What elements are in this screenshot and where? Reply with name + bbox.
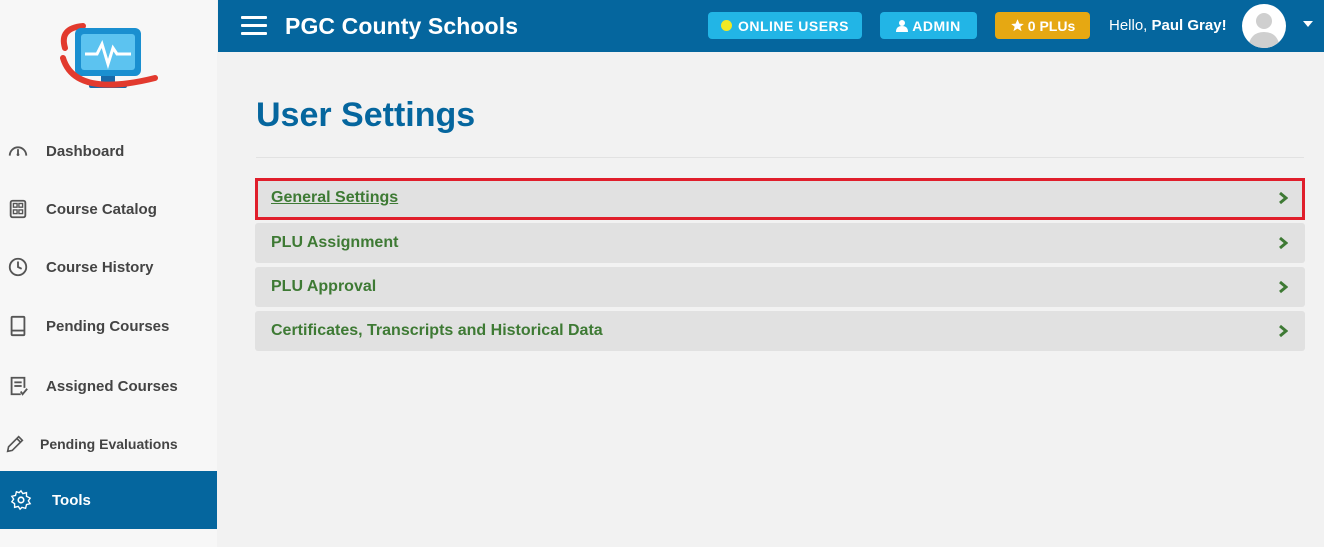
row-label: Certificates, Transcripts and Historical… bbox=[271, 322, 603, 339]
book-icon bbox=[0, 315, 36, 337]
certificates-row[interactable]: Certificates, Transcripts and Historical… bbox=[255, 311, 1305, 351]
gauge-icon bbox=[0, 140, 36, 162]
sidebar-item-tools[interactable]: Tools bbox=[0, 471, 217, 529]
sidebar-item-course-history[interactable]: Course History bbox=[0, 238, 217, 296]
sidebar-item-label: Pending Courses bbox=[46, 317, 170, 335]
sidebar-item-label: Course Catalog bbox=[46, 200, 157, 218]
pencil-icon bbox=[0, 433, 30, 455]
sidebar-item-label: Pending Evaluations bbox=[40, 436, 178, 452]
top-header: PGC County Schools ONLINE USERS ADMIN 0 … bbox=[218, 0, 1324, 52]
status-dot-icon bbox=[720, 20, 732, 31]
checklist-icon bbox=[0, 375, 36, 397]
plu-approval-row[interactable]: PLU Approval bbox=[255, 267, 1305, 307]
chevron-right-icon bbox=[1279, 191, 1288, 205]
row-label: PLU Approval bbox=[271, 278, 377, 295]
admin-label: ADMIN bbox=[912, 17, 961, 34]
admin-button[interactable]: ADMIN bbox=[880, 12, 977, 39]
row-label: PLU Assignment bbox=[271, 234, 399, 251]
menu-icon[interactable] bbox=[241, 16, 267, 36]
sidebar-item-dashboard[interactable]: Dashboard bbox=[0, 122, 217, 180]
divider bbox=[256, 157, 1304, 158]
plu-label: 0 PLUs bbox=[1027, 17, 1076, 34]
app-title: PGC County Schools bbox=[285, 13, 519, 39]
sidebar-item-label: Assigned Courses bbox=[46, 377, 178, 395]
page-title: User Settings bbox=[256, 96, 476, 134]
sidebar: Dashboard Course Catalog Course History … bbox=[0, 0, 217, 547]
greeting: Hello, Paul Gray! bbox=[1109, 17, 1227, 34]
star-icon bbox=[1011, 19, 1024, 32]
online-users-button[interactable]: ONLINE USERS bbox=[708, 12, 862, 39]
avatar[interactable] bbox=[1242, 4, 1286, 48]
user-name: Paul Gray! bbox=[1151, 17, 1227, 34]
sidebar-item-course-catalog[interactable]: Course Catalog bbox=[0, 180, 217, 238]
gear-icon bbox=[0, 489, 42, 511]
plu-button[interactable]: 0 PLUs bbox=[995, 12, 1090, 39]
user-icon bbox=[896, 20, 909, 32]
clock-icon bbox=[0, 256, 36, 278]
general-settings-row[interactable]: General Settings bbox=[255, 178, 1305, 220]
sidebar-item-pending-evaluations[interactable]: Pending Evaluations bbox=[0, 415, 217, 473]
sidebar-item-pending-courses[interactable]: Pending Courses bbox=[0, 297, 217, 355]
plu-assignment-row[interactable]: PLU Assignment bbox=[255, 223, 1305, 263]
sidebar-item-assigned-courses[interactable]: Assigned Courses bbox=[0, 357, 217, 415]
sidebar-item-label: Tools bbox=[52, 491, 91, 509]
catalog-icon bbox=[0, 198, 36, 220]
sidebar-item-label: Course History bbox=[46, 258, 154, 276]
sidebar-item-label: Dashboard bbox=[46, 142, 125, 160]
row-label: General Settings bbox=[271, 189, 399, 206]
chevron-right-icon bbox=[1279, 236, 1288, 250]
app-logo[interactable] bbox=[55, 18, 159, 96]
chevron-right-icon bbox=[1279, 324, 1288, 338]
chevron-down-icon[interactable] bbox=[1303, 21, 1313, 27]
chevron-right-icon bbox=[1279, 280, 1288, 294]
online-users-label: ONLINE USERS bbox=[737, 17, 849, 34]
